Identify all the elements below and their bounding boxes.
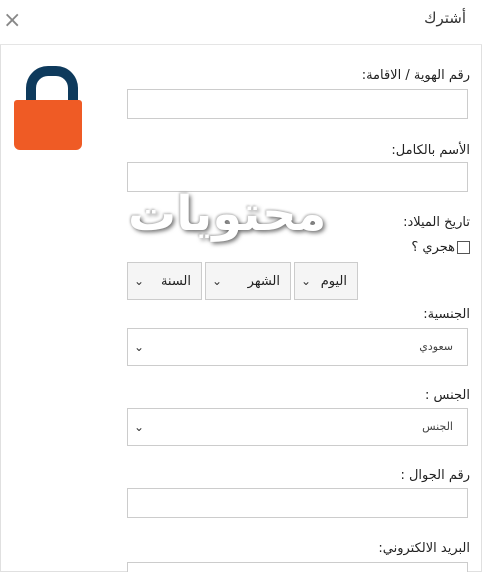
gender-select[interactable]: الجنس ⌄ — [127, 408, 468, 446]
lock-icon — [14, 66, 82, 150]
mobile-label: رقم الجوال : — [400, 468, 470, 483]
chevron-down-icon: ⌄ — [134, 274, 145, 288]
id-input[interactable] — [127, 89, 468, 119]
day-select[interactable]: اليوم ⌄ — [294, 262, 358, 300]
gender-label: الجنس : — [425, 388, 470, 403]
day-select-value: اليوم — [320, 274, 347, 289]
nationality-label: الجنسية: — [423, 307, 470, 322]
nationality-select[interactable]: سعودي ⌄ — [127, 328, 468, 366]
hijri-label: هجري ؟ — [411, 240, 455, 255]
dialog-header: × أشترك — [0, 0, 482, 45]
fullname-label: الأسم بالكامل: — [391, 143, 470, 158]
month-select[interactable]: الشهر ⌄ — [205, 262, 291, 300]
chevron-down-icon: ⌄ — [212, 274, 223, 288]
lock-body — [14, 100, 82, 150]
email-input[interactable] — [127, 562, 468, 572]
nationality-value: سعودي — [419, 340, 453, 353]
chevron-down-icon: ⌄ — [301, 274, 312, 288]
subscribe-dialog: × أشترك رقم الهوية / الاقامة: الأسم بالك… — [0, 0, 482, 572]
id-label: رقم الهوية / الاقامة: — [361, 68, 470, 83]
watermark-text: محتويات — [128, 186, 327, 242]
chevron-down-icon: ⌄ — [134, 340, 145, 354]
mobile-input[interactable] — [127, 488, 468, 518]
gender-value: الجنس — [422, 420, 453, 433]
dialog-title: أشترك — [424, 9, 466, 27]
birthdate-label: تاريخ الميلاد: — [403, 215, 470, 230]
month-select-value: الشهر — [247, 274, 280, 289]
hijri-option[interactable]: هجري ؟ — [411, 240, 470, 255]
year-select-value: السنة — [160, 274, 191, 289]
email-label: البريد الالكتروني: — [378, 541, 470, 556]
chevron-down-icon: ⌄ — [134, 420, 145, 434]
year-select[interactable]: السنة ⌄ — [127, 262, 202, 300]
close-icon[interactable]: × — [3, 8, 21, 34]
hijri-checkbox[interactable] — [457, 241, 470, 254]
